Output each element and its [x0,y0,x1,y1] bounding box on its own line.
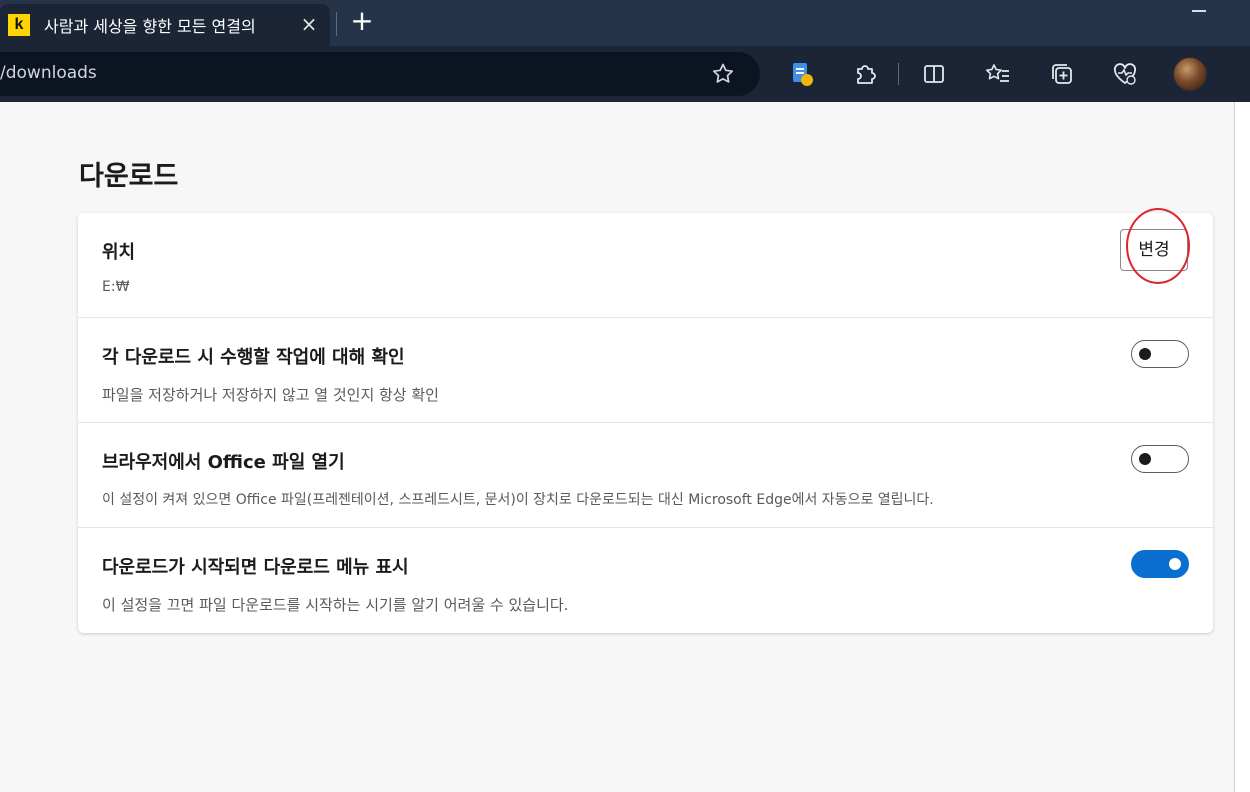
open-office-files-toggle[interactable] [1131,445,1189,473]
new-tab-button[interactable]: + [348,7,376,36]
browser-tab[interactable]: k 사람과 세상을 향한 모든 연결의 × [0,4,330,46]
download-location-value: E:₩ [102,279,130,295]
minimize-icon[interactable] [1192,10,1206,12]
setting-label: 위치 [102,242,136,263]
browser-essentials-icon[interactable] [1110,59,1140,89]
shield-doc-icon[interactable] [787,59,817,89]
setting-label: 브라우저에서 Office 파일 열기 [102,452,345,473]
setting-label: 각 다운로드 시 수행할 작업에 대해 확인 [102,347,405,368]
setting-row-ask-each-download: 각 다운로드 시 수행할 작업에 대해 확인 파일을 저장하거나 저장하지 않고… [78,318,1213,423]
setting-row-open-office-files: 브라우저에서 Office 파일 열기 이 설정이 켜져 있으면 Office … [78,423,1213,528]
downloads-settings-card: 위치 E:₩ 변경 각 다운로드 시 수행할 작업에 대해 확인 파일을 저장하… [78,208,1213,633]
setting-row-location: 위치 E:₩ 변경 [78,208,1213,318]
page-title: 다운로드 [79,161,179,192]
setting-description: 이 설정을 끄면 파일 다운로드를 시작하는 시기를 알기 어려울 수 있습니다… [102,596,569,614]
annotation-circle [1126,208,1190,284]
toggle-knob [1139,453,1151,465]
collections-icon[interactable] [1047,59,1077,89]
title-bar: k 사람과 세상을 향한 모든 연결의 × + [0,0,1250,46]
browser-toolbar: /downloads [0,46,1250,102]
tab-close-icon[interactable]: × [298,13,320,35]
ask-each-download-toggle[interactable] [1131,340,1189,368]
setting-description: 이 설정이 켜져 있으면 Office 파일(프레젠테이션, 스프레드시트, 문… [102,492,934,508]
favorites-list-icon[interactable] [983,59,1013,89]
site-favicon-icon: k [8,14,30,36]
setting-row-show-downloads-menu: 다운로드가 시작되면 다운로드 메뉴 표시 이 설정을 끄면 파일 다운로드를 … [78,528,1213,633]
window-edge [1234,102,1250,792]
favorite-star-icon[interactable] [710,61,736,87]
profile-avatar[interactable] [1173,57,1207,91]
tab-title: 사람과 세상을 향한 모든 연결의 [44,17,256,36]
setting-description: 파일을 저장하거나 저장하지 않고 열 것인지 항상 확인 [102,386,439,404]
split-screen-icon[interactable] [919,59,949,89]
toggle-knob [1169,558,1181,570]
settings-page: 다운로드 위치 E:₩ 변경 각 다운로드 시 수행할 작업에 대해 확인 파일… [0,102,1234,792]
extensions-icon[interactable] [850,59,880,89]
toggle-knob [1139,348,1151,360]
setting-label: 다운로드가 시작되면 다운로드 메뉴 표시 [102,557,409,578]
show-downloads-menu-toggle[interactable] [1131,550,1189,578]
address-url[interactable]: /downloads [0,63,97,83]
toolbar-separator [898,63,899,85]
address-bar[interactable]: /downloads [0,52,760,96]
tab-separator [336,12,337,36]
